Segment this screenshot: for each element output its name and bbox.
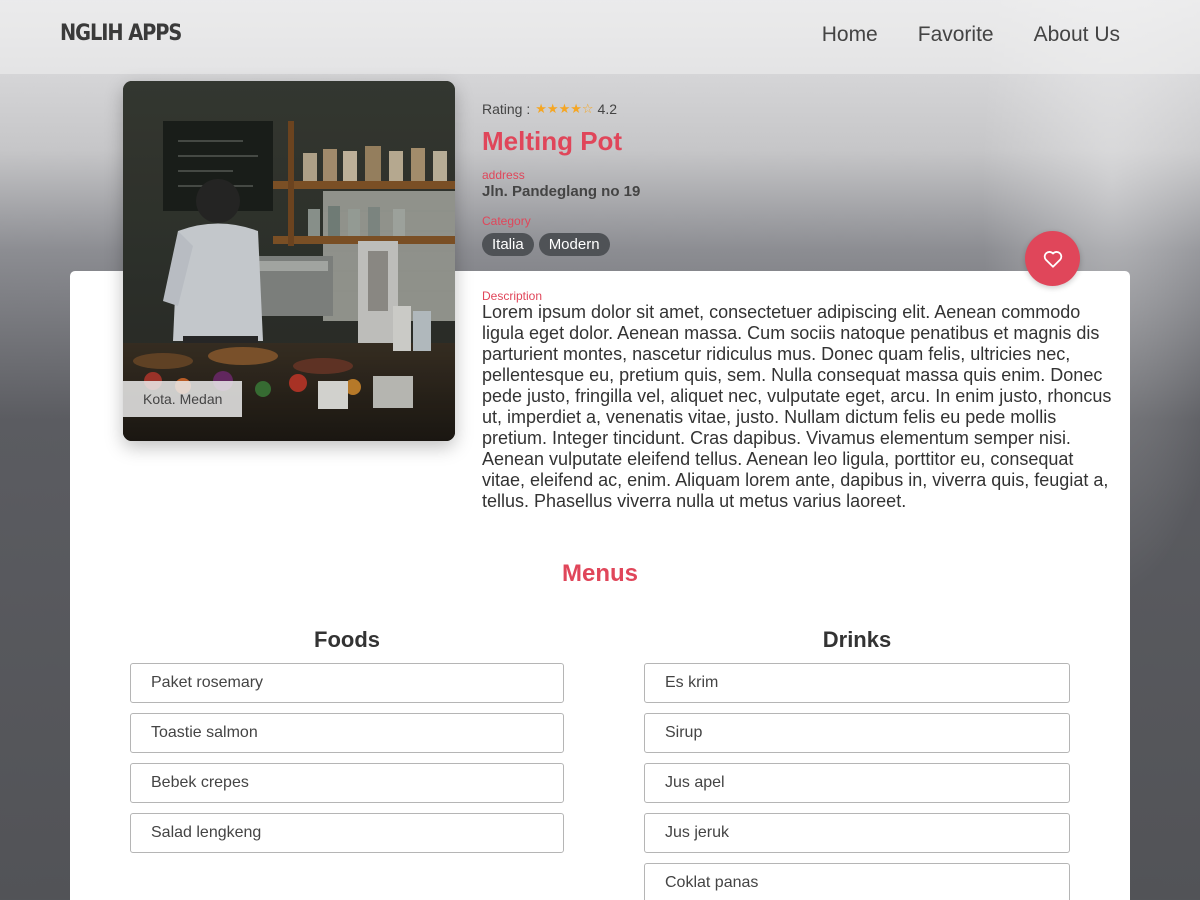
favorite-button[interactable] [1025,231,1080,286]
rating-value: 4.2 [597,101,617,117]
star-icon: ★ [558,101,571,117]
food-item[interactable]: Salad lengkeng [130,813,564,853]
drink-item[interactable]: Jus apel [644,763,1070,803]
rating-label: Rating : [482,101,531,117]
star-icon: ★ [546,101,559,117]
category-chips: Italia Modern [482,233,610,256]
star-icon: ★ [535,101,547,117]
brand-logo[interactable]: NGLIH APPS [60,21,182,46]
food-item[interactable]: Bebek crepes [130,763,564,803]
drinks-heading: Drinks [822,627,892,652]
city-tag: Kota. Medan [123,381,242,417]
nav-favorite-link[interactable]: Favorite [918,23,994,47]
foods-heading: Foods [314,627,380,652]
restaurant-photo: Kota. Medan [123,81,455,441]
heart-outline-icon [1043,250,1062,268]
drink-item[interactable]: Jus jeruk [644,813,1070,853]
description-label: Description [482,289,543,303]
rating-stars: ★ ★ ★ ★ ☆ [535,103,593,116]
food-item[interactable]: Paket rosemary [130,663,564,703]
restaurant-name: Melting Pot [482,126,623,156]
food-item[interactable]: Toastie salmon [130,713,564,753]
star-icon: ★ [570,101,582,117]
description-text: Lorem ipsum dolor sit amet, consectetuer… [482,302,1112,511]
star-outline-icon: ☆ [581,101,594,117]
drink-item[interactable]: Es krim [644,663,1070,703]
category-chip-italia[interactable]: Italia [482,233,534,256]
drink-item[interactable]: Sirup [644,713,1070,753]
nav-home-link[interactable]: Home [822,23,878,47]
address-value: Jln. Pandeglang no 19 [482,183,641,200]
address-label: address [482,168,525,182]
main-nav: Home Favorite About Us [822,23,1120,47]
rating-row: Rating : ★ ★ ★ ★ ☆ 4.2 [482,100,617,118]
menus-heading: Menus [561,560,638,587]
top-navbar: NGLIH APPS Home Favorite About Us [0,0,1200,74]
category-chip-modern[interactable]: Modern [538,233,610,256]
nav-about-link[interactable]: About Us [1034,23,1120,47]
drink-item[interactable]: Coklat panas [644,863,1070,900]
category-label: Category [482,214,531,228]
